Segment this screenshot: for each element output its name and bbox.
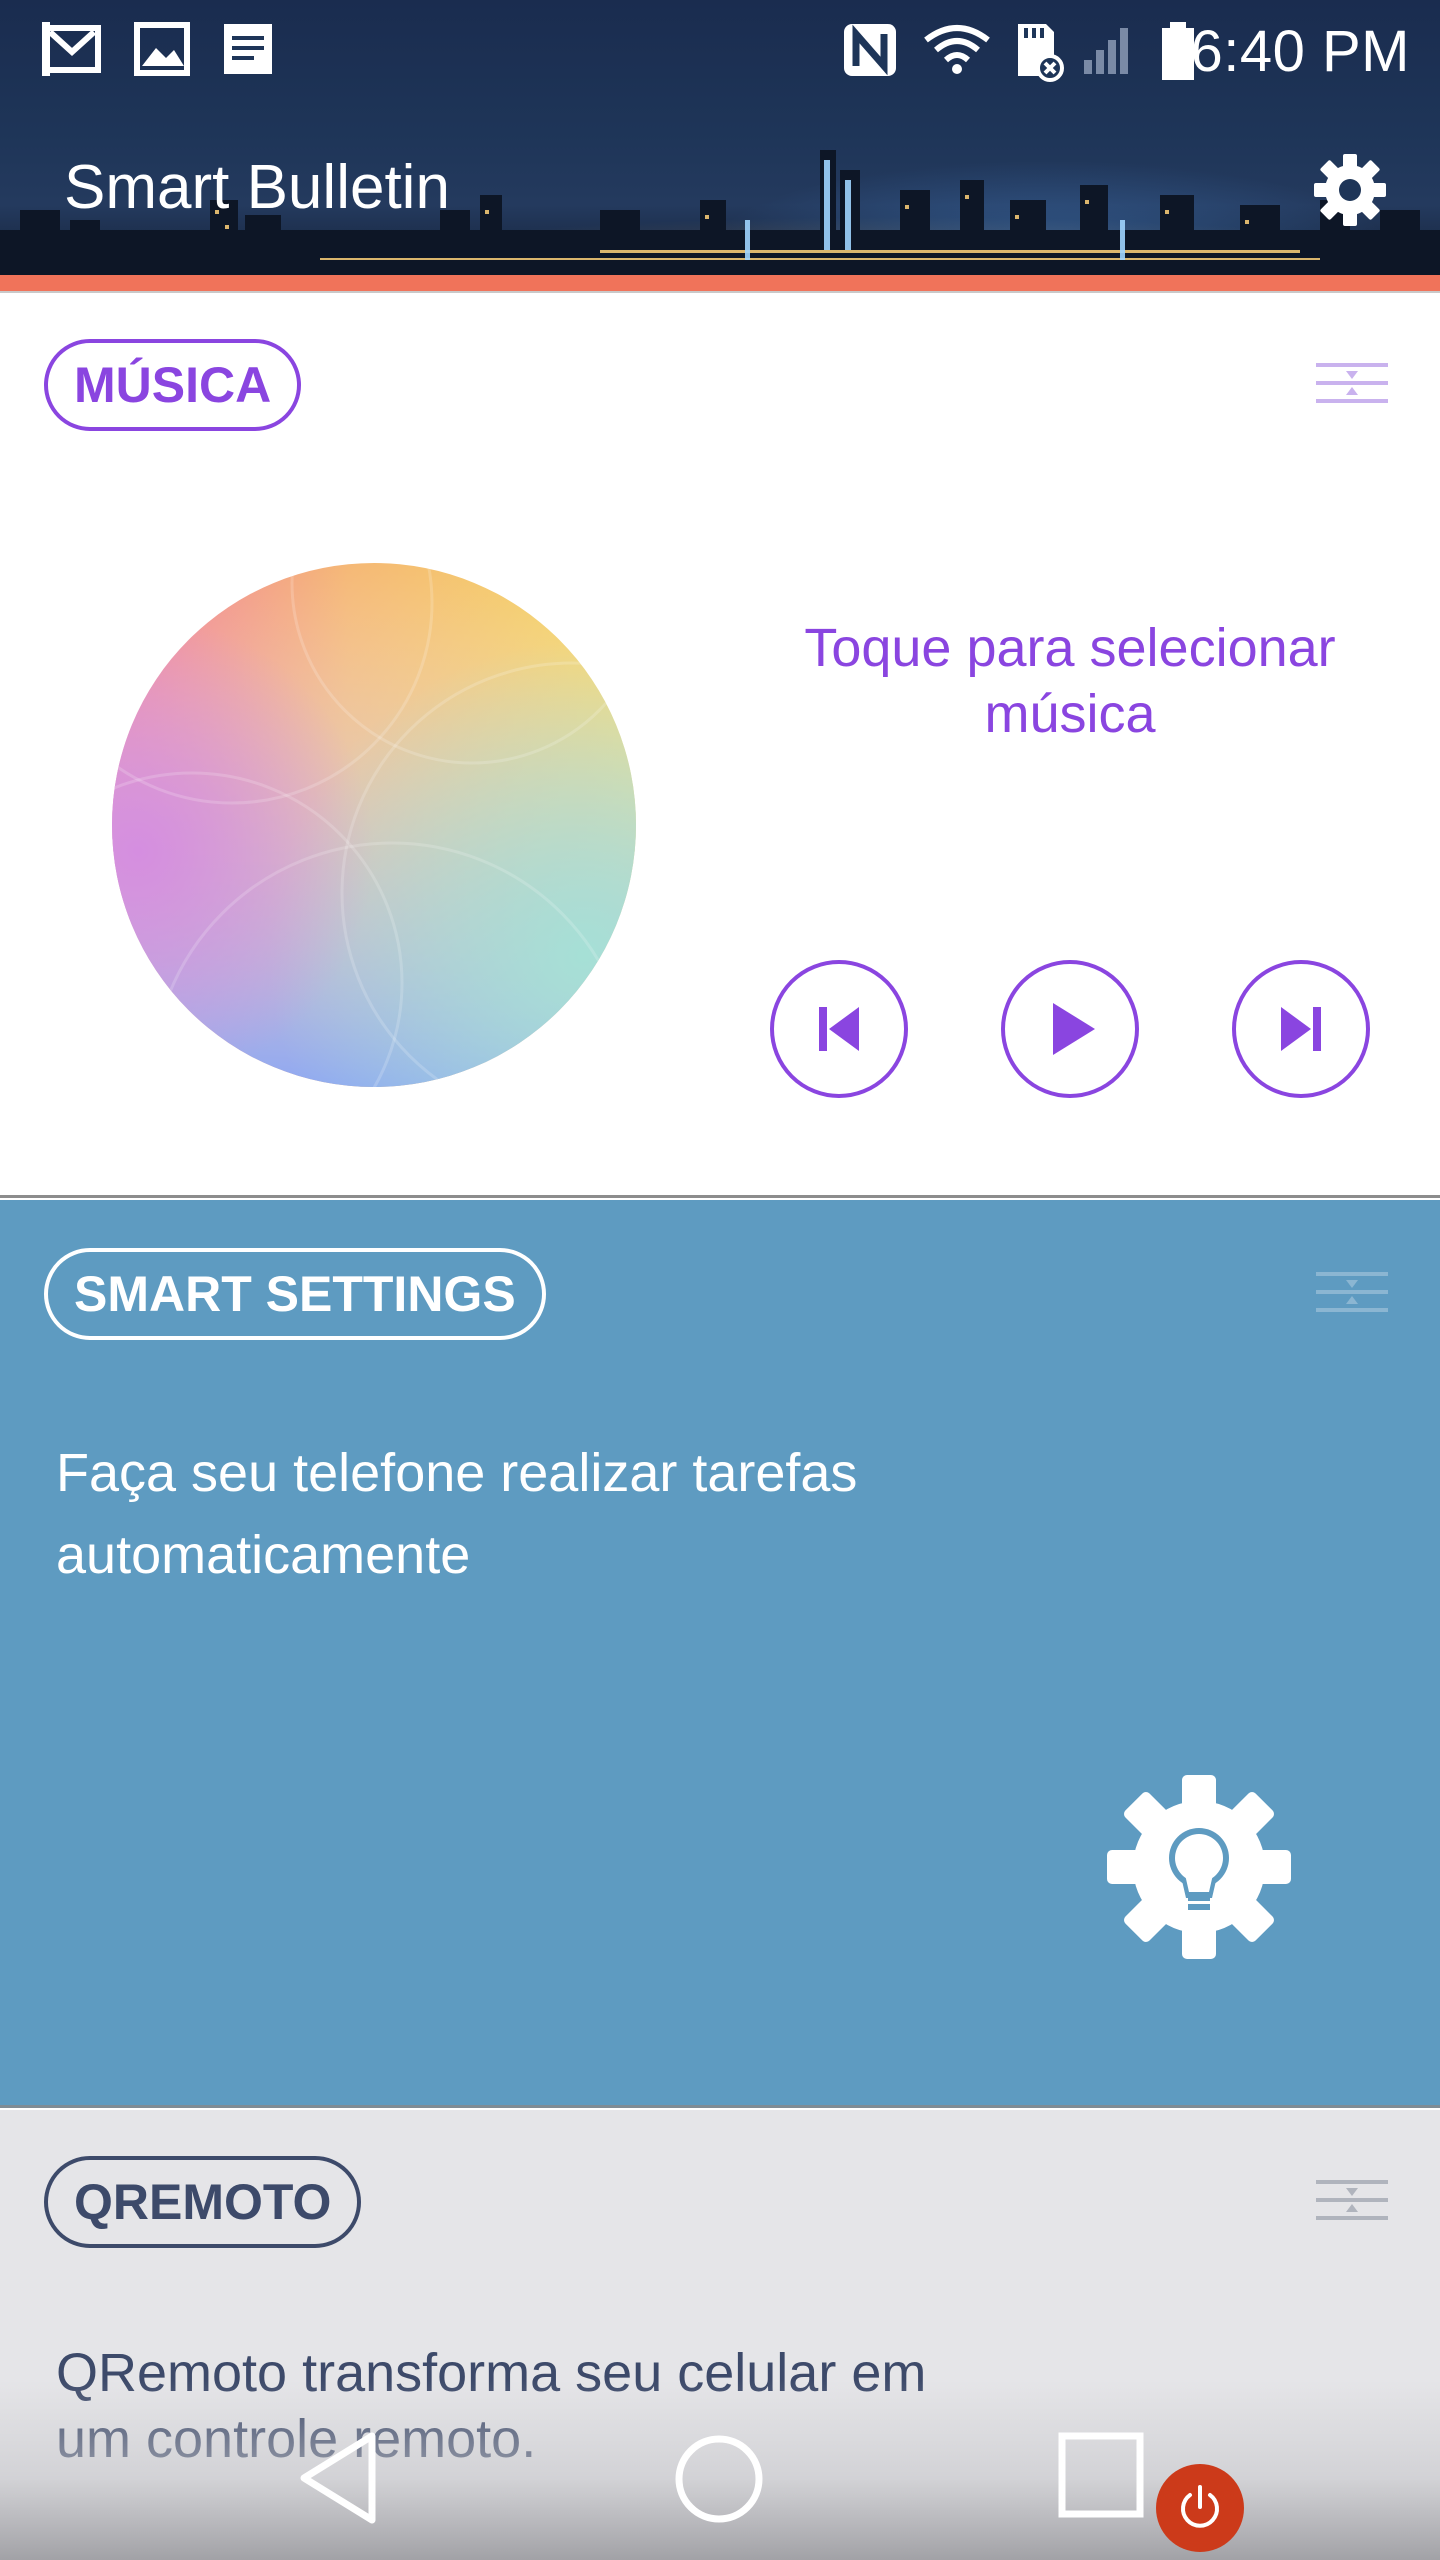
signal-icon bbox=[1084, 28, 1128, 74]
next-icon bbox=[1281, 1007, 1321, 1051]
smart-settings-card[interactable]: SMART SETTINGS Faça seu telefone realiza… bbox=[0, 1200, 1440, 2108]
gear-bulb-icon[interactable] bbox=[1106, 1774, 1292, 1960]
previous-track-button[interactable] bbox=[770, 960, 908, 1098]
gmail-icon bbox=[42, 22, 101, 76]
qremote-card-label: QREMOTO bbox=[44, 2156, 362, 2248]
home-icon[interactable] bbox=[674, 2434, 764, 2524]
status-bar: 6:40 PM bbox=[0, 0, 1440, 100]
recents-icon[interactable] bbox=[1058, 2432, 1144, 2518]
reorder-handle-icon[interactable] bbox=[1316, 1268, 1388, 1316]
gear-icon[interactable] bbox=[1310, 150, 1390, 230]
sd-card-error-icon bbox=[1018, 24, 1064, 82]
music-card-label: MÚSICA bbox=[44, 339, 302, 431]
smart-settings-card-label: SMART SETTINGS bbox=[44, 1248, 546, 1340]
page-title: Smart Bulletin bbox=[64, 153, 450, 222]
play-icon bbox=[1053, 1003, 1095, 1055]
music-card: MÚSICA Toque para selecionar música bbox=[0, 295, 1440, 1198]
gallery-icon bbox=[134, 22, 190, 76]
divider bbox=[0, 291, 1440, 293]
app-header: 6:40 PM Smart Bulletin bbox=[0, 0, 1440, 293]
smart-settings-description: Faça seu telefone realizar tarefas autom… bbox=[56, 1443, 858, 1585]
next-track-button[interactable] bbox=[1232, 960, 1370, 1098]
power-icon bbox=[1181, 2485, 1219, 2528]
album-art-image bbox=[112, 563, 636, 1087]
power-button[interactable] bbox=[1156, 2464, 1244, 2552]
previous-icon bbox=[819, 1007, 859, 1051]
back-icon[interactable] bbox=[296, 2430, 380, 2526]
reorder-handle-icon[interactable] bbox=[1316, 2176, 1388, 2224]
select-music-prompt[interactable]: Toque para selecionar música bbox=[740, 615, 1400, 747]
notes-icon bbox=[224, 24, 272, 74]
reorder-handle-icon[interactable] bbox=[1316, 359, 1388, 407]
play-button[interactable] bbox=[1001, 960, 1139, 1098]
nfc-icon bbox=[844, 24, 896, 76]
wifi-icon bbox=[924, 25, 990, 74]
status-time: 6:40 PM bbox=[1190, 19, 1410, 84]
